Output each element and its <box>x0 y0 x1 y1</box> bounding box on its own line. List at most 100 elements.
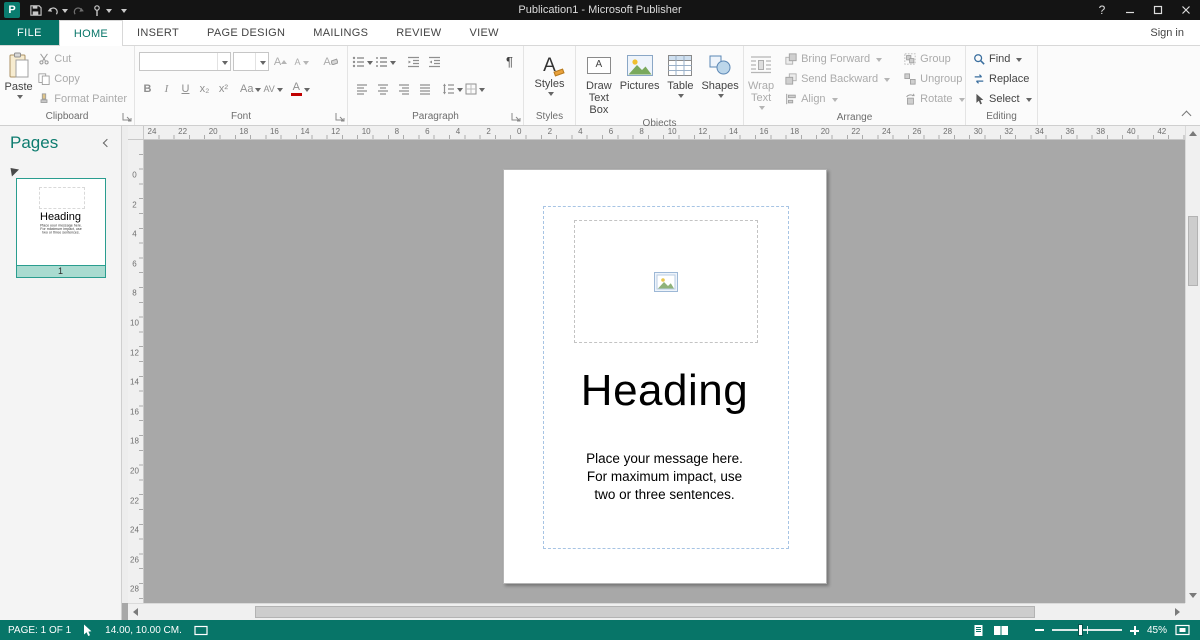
publisher-app-icon[interactable]: P <box>4 2 20 18</box>
canvas[interactable]: Heading Place your message here. For max… <box>144 140 1185 603</box>
align-center-button[interactable] <box>373 79 392 98</box>
fit-page-button[interactable] <box>1175 624 1190 636</box>
page-thumbnail[interactable]: Heading Place your message here. For max… <box>16 178 106 266</box>
zoom-out-button[interactable] <box>1035 629 1044 631</box>
font-dialog-launcher[interactable] <box>335 112 345 122</box>
grow-font-letter: A <box>274 56 281 68</box>
maximize-button[interactable] <box>1144 0 1172 20</box>
wrap-text-button[interactable]: Wrap Text <box>748 49 774 110</box>
bullets-button[interactable] <box>352 52 373 71</box>
character-spacing-button[interactable]: AV <box>263 79 282 98</box>
scroll-up-button[interactable] <box>1186 126 1200 141</box>
cut-button[interactable]: Cut <box>35 49 130 69</box>
grow-font-button[interactable]: A <box>271 52 290 71</box>
collapse-pages-panel-icon[interactable] <box>103 139 111 147</box>
zoom-slider-thumb[interactable] <box>1078 624 1083 636</box>
group-button[interactable]: Group <box>901 49 967 69</box>
font-family-combo[interactable] <box>139 52 231 71</box>
change-case-button[interactable]: Aa <box>240 79 261 98</box>
clear-formatting-button[interactable]: A <box>321 52 340 71</box>
horizontal-ruler[interactable]: 2422201816141210864202468101214161820222… <box>144 126 1185 140</box>
tab-home[interactable]: HOME <box>59 20 123 46</box>
send-backward-button[interactable]: Send Backward <box>782 69 893 89</box>
redo-button[interactable] <box>68 1 90 19</box>
zoom-level[interactable]: 45% <box>1147 625 1167 636</box>
shrink-font-button[interactable]: A <box>292 52 311 71</box>
tab-file[interactable]: FILE <box>0 20 59 45</box>
pictures-button[interactable]: Pictures <box>620 49 660 116</box>
ungroup-button[interactable]: Ungroup <box>901 69 967 89</box>
align-right-button[interactable] <box>394 79 413 98</box>
help-button[interactable]: ? <box>1088 0 1116 20</box>
ruler-number: 0 <box>517 127 521 136</box>
underline-button[interactable]: U <box>177 79 194 98</box>
styles-button[interactable]: A Styles <box>530 49 570 109</box>
align-button[interactable]: Align <box>782 89 893 109</box>
font-size-combo[interactable] <box>233 52 269 71</box>
decrease-indent-button[interactable] <box>404 52 423 71</box>
justify-button[interactable] <box>415 79 434 98</box>
vertical-scroll-thumb[interactable] <box>1188 216 1198 286</box>
font-family-dropdown[interactable] <box>217 53 230 70</box>
customize-qat-button[interactable] <box>112 1 134 19</box>
align-left-button[interactable] <box>352 79 371 98</box>
object-size-icon[interactable] <box>194 625 208 636</box>
bold-button[interactable]: B <box>139 79 156 98</box>
bring-forward-button[interactable]: Bring Forward <box>782 49 893 69</box>
font-color-button[interactable]: A <box>291 79 310 98</box>
ruler-number: 4 <box>456 127 460 136</box>
scroll-left-button[interactable] <box>128 604 143 620</box>
shapes-button[interactable]: Shapes <box>701 49 739 116</box>
collapse-ribbon-button[interactable] <box>1182 111 1192 121</box>
tab-insert[interactable]: INSERT <box>123 20 193 45</box>
clipboard-dialog-launcher[interactable] <box>122 112 132 122</box>
zoom-slider[interactable] <box>1052 629 1122 631</box>
rotate-button[interactable]: Rotate <box>901 89 967 109</box>
copy-button[interactable]: Copy <box>35 69 130 89</box>
superscript-button[interactable]: x² <box>215 79 232 98</box>
zoom-in-button[interactable] <box>1130 626 1139 635</box>
font-size-dropdown[interactable] <box>255 53 268 70</box>
draw-text-box-button[interactable]: A Draw Text Box <box>580 49 618 116</box>
save-button[interactable] <box>24 1 46 19</box>
format-painter-button[interactable]: Format Painter <box>35 89 130 109</box>
tab-mailings[interactable]: MAILINGS <box>299 20 382 45</box>
tab-page-design[interactable]: PAGE DESIGN <box>193 20 299 45</box>
page-indicator[interactable]: PAGE: 1 OF 1 <box>8 625 71 636</box>
paste-button[interactable]: Paste <box>4 49 33 109</box>
touch-mode-button[interactable] <box>90 1 112 19</box>
page-body-text[interactable]: Place your message here. For maximum imp… <box>504 450 826 504</box>
picture-placeholder[interactable] <box>574 220 758 343</box>
close-button[interactable] <box>1172 0 1200 20</box>
page-heading-text[interactable]: Heading <box>504 366 826 416</box>
horizontal-scroll-thumb[interactable] <box>255 606 1035 618</box>
increase-indent-button[interactable] <box>425 52 444 71</box>
show-formatting-marks-button[interactable]: ¶ <box>500 52 519 71</box>
select-button[interactable]: Select <box>970 89 1035 109</box>
minimize-button[interactable] <box>1116 0 1144 20</box>
scroll-down-button[interactable] <box>1186 588 1200 603</box>
thumbnail-page-number[interactable]: 1 <box>16 266 106 278</box>
line-spacing-button[interactable] <box>442 79 463 98</box>
single-page-view-button[interactable] <box>972 624 985 637</box>
table-button[interactable]: Table <box>662 49 700 116</box>
italic-button[interactable]: I <box>158 79 175 98</box>
find-button[interactable]: Find <box>970 49 1035 69</box>
replace-button[interactable]: Replace <box>970 69 1035 89</box>
undo-button[interactable] <box>46 1 68 19</box>
tab-review[interactable]: REVIEW <box>382 20 455 45</box>
publication-page[interactable]: Heading Place your message here. For max… <box>503 169 827 584</box>
cursor-position[interactable]: 14.00, 10.00 CM. <box>105 625 182 636</box>
numbering-button[interactable] <box>375 52 396 71</box>
sign-in-link[interactable]: Sign in <box>1150 20 1200 45</box>
scroll-right-button[interactable] <box>1170 604 1185 620</box>
subscript-button[interactable]: x₂ <box>196 79 213 98</box>
tab-view[interactable]: VIEW <box>455 20 512 45</box>
horizontal-scrollbar[interactable] <box>128 603 1185 620</box>
borders-button[interactable] <box>465 79 485 98</box>
vertical-ruler[interactable]: 0246810121416182022242628 <box>128 140 144 603</box>
vertical-scrollbar[interactable] <box>1185 126 1200 603</box>
two-page-spread-view-button[interactable] <box>993 624 1009 637</box>
page-sort-arrow-icon[interactable] <box>7 164 19 176</box>
paragraph-dialog-launcher[interactable] <box>511 112 521 122</box>
